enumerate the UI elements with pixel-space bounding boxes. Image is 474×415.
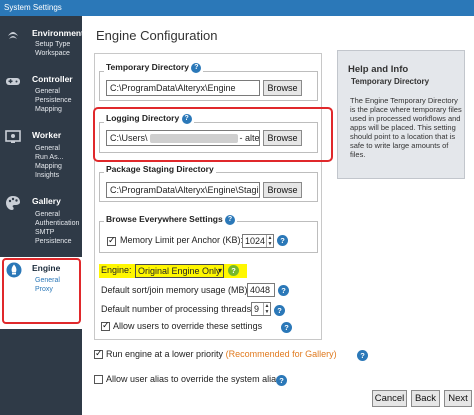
- sidebar-item-workspace[interactable]: Workspace: [35, 50, 70, 57]
- logging-dir-browse-button[interactable]: Browse: [263, 130, 302, 146]
- temp-dir-input[interactable]: C:\ProgramData\Alteryx\Engine: [106, 80, 260, 96]
- sidebar: Environment Setup Type Workspace Control…: [0, 16, 84, 415]
- engine-select[interactable]: Original Engine Only ▾: [135, 264, 224, 278]
- sort-join-label: Default sort/join memory usage (MB):: [101, 285, 251, 295]
- help-subtitle: Temporary Directory: [351, 77, 430, 86]
- sidebar-group-title: Environment: [32, 28, 84, 38]
- low-priority-text: Run engine at a lower priority: [106, 349, 224, 359]
- help-title: Help and Info: [348, 64, 409, 75]
- sidebar-item-setup-type[interactable]: Setup Type: [35, 41, 70, 48]
- sidebar-group-title: Gallery: [32, 196, 61, 206]
- sidebar-item-run-as[interactable]: Run As...: [35, 154, 63, 161]
- low-priority-note: (Recommended for Gallery): [225, 349, 337, 359]
- staging-dir-legend-text: Package Staging Directory: [106, 164, 214, 174]
- temp-dir-legend-text: Temporary Directory: [106, 62, 189, 72]
- sidebar-item-smtp[interactable]: SMTP: [35, 229, 54, 236]
- logging-dir-input[interactable]: C:\Users\ - alter: [106, 130, 260, 146]
- sidebar-item-mapping[interactable]: Mapping: [35, 106, 62, 113]
- logging-dir-value-end: - alter: [239, 133, 260, 143]
- memory-limit-label: Memory Limit per Anchor (KB):: [120, 235, 244, 245]
- low-priority-label: Run engine at a lower priority (Recommen…: [106, 349, 337, 359]
- engine-selected-value: Original Engine Only: [138, 266, 221, 276]
- temp-dir-legend: Temporary Directory ?: [104, 62, 204, 73]
- help-icon[interactable]: ?: [274, 305, 285, 316]
- low-priority-checkbox[interactable]: [94, 348, 103, 359]
- sidebar-item-persistence[interactable]: Persistence: [35, 238, 72, 245]
- memory-limit-value: 1024: [245, 236, 266, 246]
- help-icon[interactable]: ?: [228, 265, 239, 276]
- sidebar-item-insights[interactable]: Insights: [35, 172, 59, 179]
- gamepad-icon: [6, 78, 20, 85]
- back-button[interactable]: Back: [411, 390, 440, 407]
- threads-label: Default number of processing threads:: [101, 304, 254, 314]
- window-title: System Settings: [4, 3, 62, 12]
- help-panel: Help and Info Temporary Directory The En…: [337, 50, 465, 179]
- help-icon[interactable]: ?: [191, 62, 202, 73]
- help-icon[interactable]: ?: [357, 350, 368, 361]
- sidebar-item-mapping[interactable]: Mapping: [35, 163, 62, 170]
- logging-dir-legend: Logging Directory ?: [104, 113, 194, 124]
- help-icon[interactable]: ?: [276, 375, 287, 386]
- sort-join-value: 4048: [250, 285, 271, 295]
- window-titlebar: System Settings: [0, 0, 474, 16]
- user-alias-checkbox[interactable]: [94, 375, 103, 384]
- chevron-down-icon: ▾: [217, 266, 222, 275]
- staging-dir-input[interactable]: C:\ProgramData\Alteryx\Engine\Staging: [106, 182, 260, 198]
- threads-value: 9: [254, 304, 260, 314]
- help-icon[interactable]: ?: [277, 235, 288, 246]
- override-checkbox[interactable]: [101, 320, 110, 331]
- sidebar-item-persistence[interactable]: Persistence: [35, 97, 72, 104]
- redacted-username: [149, 134, 238, 144]
- palette-icon: [6, 196, 20, 210]
- help-icon[interactable]: ?: [281, 322, 292, 333]
- help-icon[interactable]: ?: [181, 113, 192, 124]
- gear-icon: [8, 32, 18, 39]
- sort-join-input[interactable]: 4048: [247, 283, 275, 297]
- help-body: The Engine Temporary Directory is the pl…: [350, 96, 462, 159]
- help-icon[interactable]: ?: [225, 214, 236, 225]
- sidebar-item-general[interactable]: General: [35, 145, 60, 152]
- staging-dir-browse-button[interactable]: Browse: [263, 182, 302, 198]
- threads-input[interactable]: 9 ▲ ▼: [251, 302, 271, 316]
- sidebar-active-highlight: [2, 258, 81, 324]
- staging-dir-legend: Package Staging Directory: [104, 164, 216, 174]
- help-icon[interactable]: ?: [278, 285, 289, 296]
- override-label: Allow users to override these settings: [113, 321, 263, 331]
- spinner-arrows-icon[interactable]: ▲ ▼: [266, 235, 273, 247]
- sidebar-group-title: Controller: [32, 74, 73, 84]
- logging-dir-value-start: C:\Users\: [110, 133, 148, 143]
- spinner-arrows-icon[interactable]: ▲ ▼: [263, 303, 270, 315]
- next-button[interactable]: Next: [444, 390, 472, 407]
- sidebar-item-authentication[interactable]: Authentication: [35, 220, 79, 227]
- memory-limit-checkbox[interactable]: [107, 235, 116, 246]
- browse-everywhere-legend-text: Browse Everywhere Settings: [106, 214, 223, 224]
- sidebar-item-general[interactable]: General: [35, 211, 60, 218]
- sidebar-item-general[interactable]: General: [35, 88, 60, 95]
- browse-everywhere-legend: Browse Everywhere Settings ?: [104, 214, 238, 225]
- user-alias-label: Allow user alias to override the system …: [106, 374, 281, 384]
- cancel-button[interactable]: Cancel: [372, 390, 407, 407]
- logging-dir-legend-text: Logging Directory: [106, 113, 180, 123]
- monitor-icon: [5, 130, 21, 143]
- sidebar-group-title: Worker: [32, 130, 62, 140]
- engine-label: Engine:: [101, 265, 132, 275]
- memory-limit-input[interactable]: 1024 ▲ ▼: [242, 234, 274, 248]
- temp-dir-browse-button[interactable]: Browse: [263, 80, 302, 96]
- page-title: Engine Configuration: [96, 28, 218, 43]
